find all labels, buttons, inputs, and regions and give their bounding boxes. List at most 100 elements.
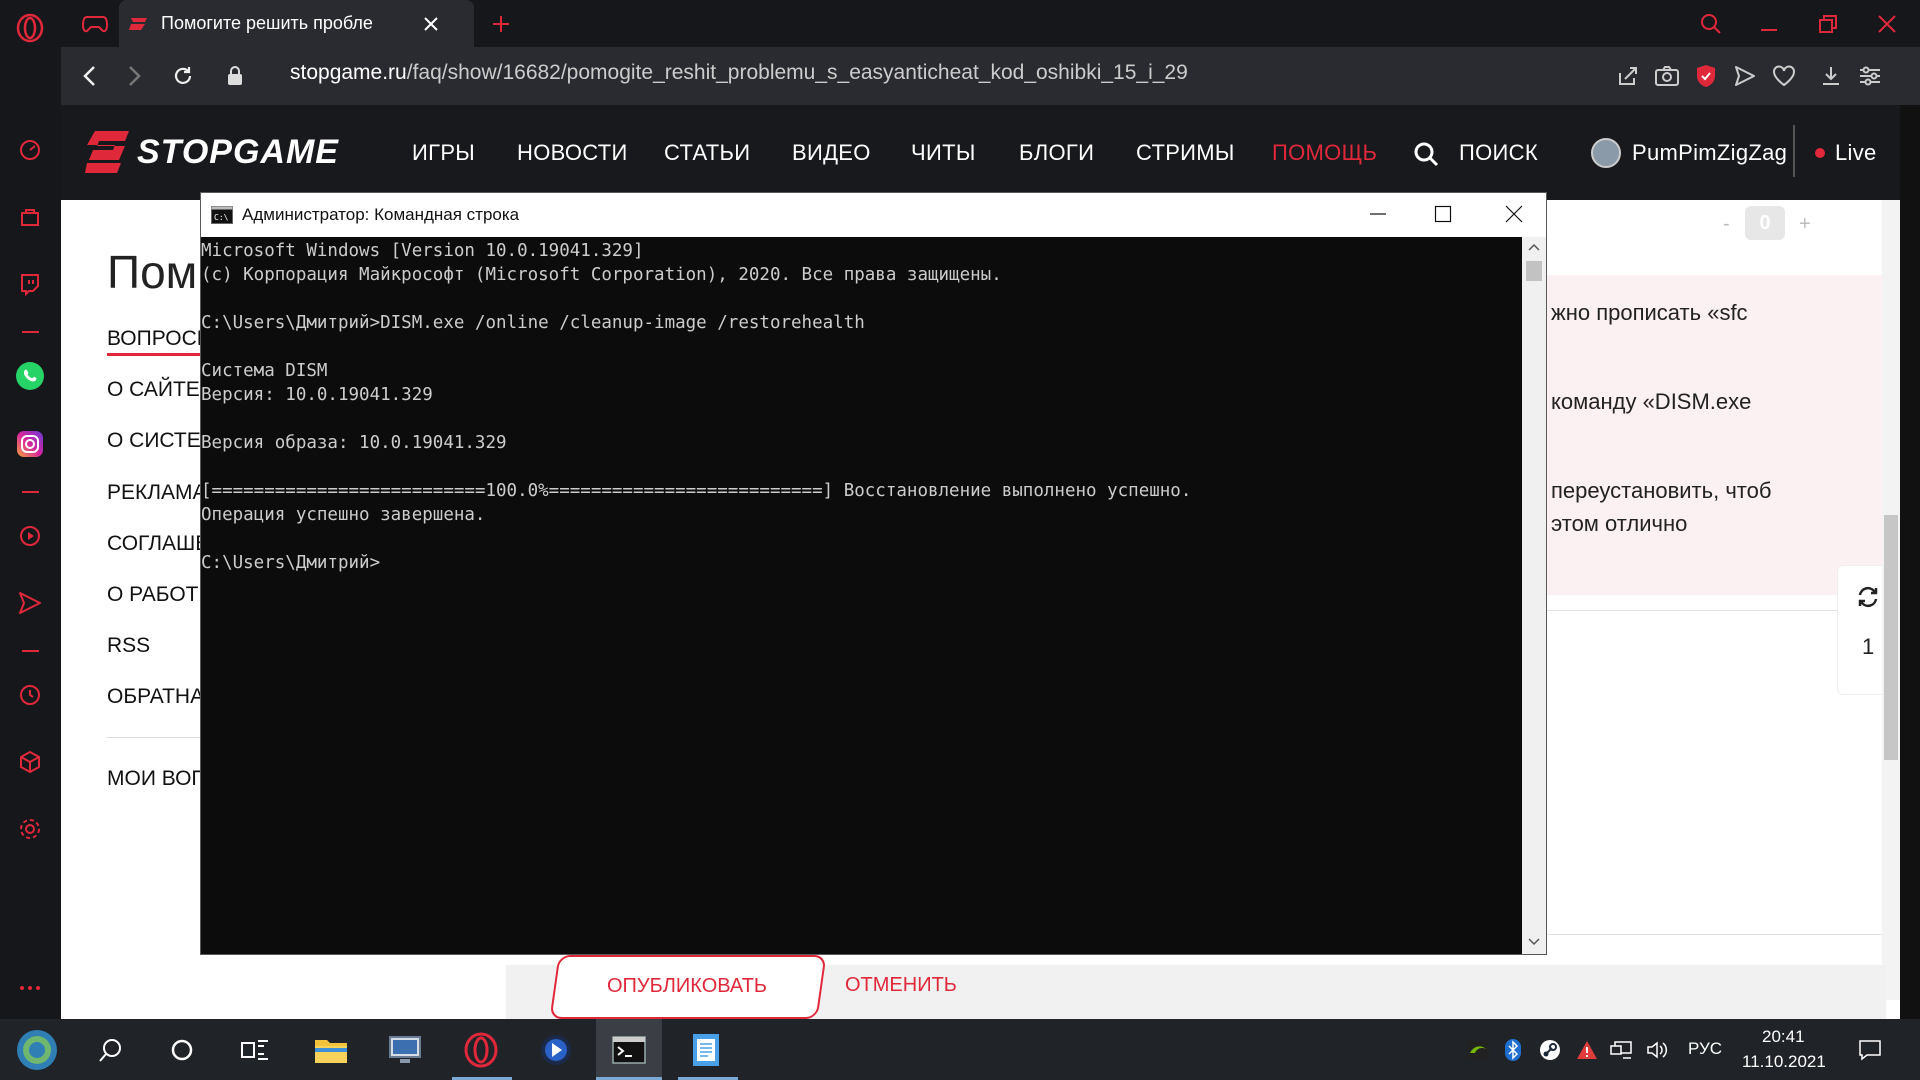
cmd-scroll-thumb[interactable] [1526,261,1542,281]
speed-dial-icon[interactable] [14,134,46,166]
settings-gear-icon[interactable] [14,813,46,845]
cmd-scroll-down-icon[interactable] [1528,938,1540,946]
action-center-icon[interactable] [1858,1038,1882,1062]
nav-articles[interactable]: СТАТЬИ [664,140,750,166]
menu-advertising[interactable]: РЕКЛАМА [107,481,207,505]
bluetooth-tray-icon[interactable] [1501,1038,1525,1062]
instagram-icon[interactable] [14,428,46,460]
nvidia-tray-icon[interactable] [1466,1038,1490,1062]
cmd-scrollbar[interactable] [1522,237,1546,954]
cmd-line: Microsoft Windows [Version 10.0.19041.32… [201,241,644,261]
nav-video[interactable]: ВИДЕО [792,140,871,166]
back-icon[interactable] [73,60,105,92]
tab-search-icon[interactable] [1695,8,1727,40]
easy-setup-icon[interactable] [1854,60,1886,92]
start-button-icon[interactable] [14,1027,60,1073]
user-avatar[interactable] [1591,138,1621,168]
send-page-icon[interactable] [1729,60,1761,92]
extensions-icon[interactable] [14,746,46,778]
heart-icon[interactable] [1768,60,1800,92]
cancel-button[interactable]: ОТМЕНИТЬ [845,974,957,997]
adblock-shield-icon[interactable] [1690,60,1722,92]
clock-date[interactable]: 11.10.2021 [1742,1052,1826,1072]
cmd-titlebar[interactable]: C:\ Администратор: Командная строка [201,193,1546,237]
tab-strip: Помогите решить пробле [61,0,1920,47]
nav-cheats[interactable]: ЧИТЫ [911,140,976,166]
page-scrollbar-thumb[interactable] [1884,515,1898,760]
nav-help[interactable]: ПОМОЩЬ [1272,140,1377,166]
cmd-scroll-up-icon[interactable] [1528,243,1540,251]
clock-time[interactable]: 20:41 [1762,1027,1805,1047]
refresh-icon[interactable] [1857,586,1879,608]
gx-control-icon[interactable] [75,0,115,47]
url-host: stopgame.ru [290,61,407,84]
network-tray-icon[interactable] [1610,1038,1634,1062]
menu-about-work[interactable]: О РАБОТЕ [107,583,213,607]
cmd-app-icon: C:\ [211,206,233,224]
cmd-close-icon[interactable] [1505,205,1523,223]
send-icon[interactable] [14,587,46,619]
taskbar-search-icon[interactable] [90,1029,132,1071]
minimize-icon[interactable] [1753,8,1785,40]
side-count: 1 [1862,634,1875,659]
vote-plus[interactable]: + [1799,213,1811,236]
tab-active[interactable]: Помогите решить пробле [119,0,474,47]
nav-news[interactable]: НОВОСТИ [517,140,628,166]
new-tab-icon[interactable] [483,0,519,47]
notepad-icon[interactable] [685,1029,727,1071]
file-explorer-icon[interactable] [310,1029,352,1071]
menu-rss[interactable]: RSS [107,634,150,658]
twitch-icon[interactable] [14,268,46,300]
task-view-icon[interactable] [234,1029,276,1071]
snapshot-camera-icon[interactable] [1651,60,1683,92]
vote-minus[interactable]: - [1723,213,1730,236]
menu-agreement[interactable]: СОГЛАШЕ [107,532,209,556]
url-field[interactable]: stopgame.ru/faq/show/16682/pomogite_resh… [290,61,1188,85]
player-icon[interactable] [14,520,46,552]
nav-games[interactable]: ИГРЫ [412,140,475,166]
tab-close-icon[interactable] [423,16,439,32]
whatsapp-icon[interactable] [14,360,46,392]
stopgame-logo[interactable]: STOPGAME [85,129,339,175]
menu-my-questions[interactable]: МОИ ВОП [107,767,207,791]
steam-tray-icon[interactable] [1538,1038,1562,1062]
live-link[interactable]: Live [1835,140,1877,166]
input-language[interactable]: РУС [1688,1039,1722,1059]
forward-icon[interactable] [119,60,151,92]
answer-line-1: жно прописать «sfc [1551,300,1748,325]
lock-icon[interactable] [219,60,251,92]
stopgame-favicon-icon [129,14,151,34]
reply-editor[interactable] [1531,610,1887,935]
warning-tray-icon[interactable] [1575,1038,1599,1062]
cmd-line: C:\Users\Дмитрий>DISM.exe /online /clean… [201,313,865,333]
username[interactable]: PumPimZigZag [1632,140,1787,166]
site-search-icon[interactable] [1413,141,1439,167]
reload-icon[interactable] [167,60,199,92]
volume-tray-icon[interactable] [1646,1038,1670,1062]
cortana-icon[interactable] [161,1029,203,1071]
shopping-bag-icon[interactable] [14,201,46,233]
cmd-minimize-icon[interactable] [1369,205,1387,223]
cmd-taskbar-icon[interactable] [608,1029,650,1071]
download-icon[interactable] [1815,60,1847,92]
share-icon[interactable] [1612,60,1644,92]
tab-title: Помогите решить пробле [161,13,373,33]
cmd-line: Версия образа: 10.0.19041.329 [201,433,507,453]
opera-gx-taskbar-icon[interactable] [460,1029,502,1071]
sidebar-separator [22,491,39,493]
restore-icon[interactable] [1812,8,1844,40]
history-icon[interactable] [14,679,46,711]
cmd-output[interactable]: Microsoft Windows [Version 10.0.19041.32… [201,237,1523,954]
menu-about-site[interactable]: О САЙТЕ [107,378,200,402]
remote-desktop-icon[interactable] [384,1029,426,1071]
page-scrollbar[interactable] [1882,200,1900,1000]
site-search-label[interactable]: ПОИСК [1459,140,1538,166]
opera-logo-icon[interactable] [14,12,46,44]
nav-streams[interactable]: СТРИМЫ [1136,140,1235,166]
cmd-maximize-icon[interactable] [1434,205,1452,223]
media-player-icon[interactable] [535,1029,577,1071]
publish-button-label[interactable]: ОПУБЛИКОВАТЬ [607,975,767,998]
nav-blogs[interactable]: БЛОГИ [1019,140,1094,166]
close-window-icon[interactable] [1871,8,1903,40]
more-dots-icon[interactable] [14,972,46,1004]
